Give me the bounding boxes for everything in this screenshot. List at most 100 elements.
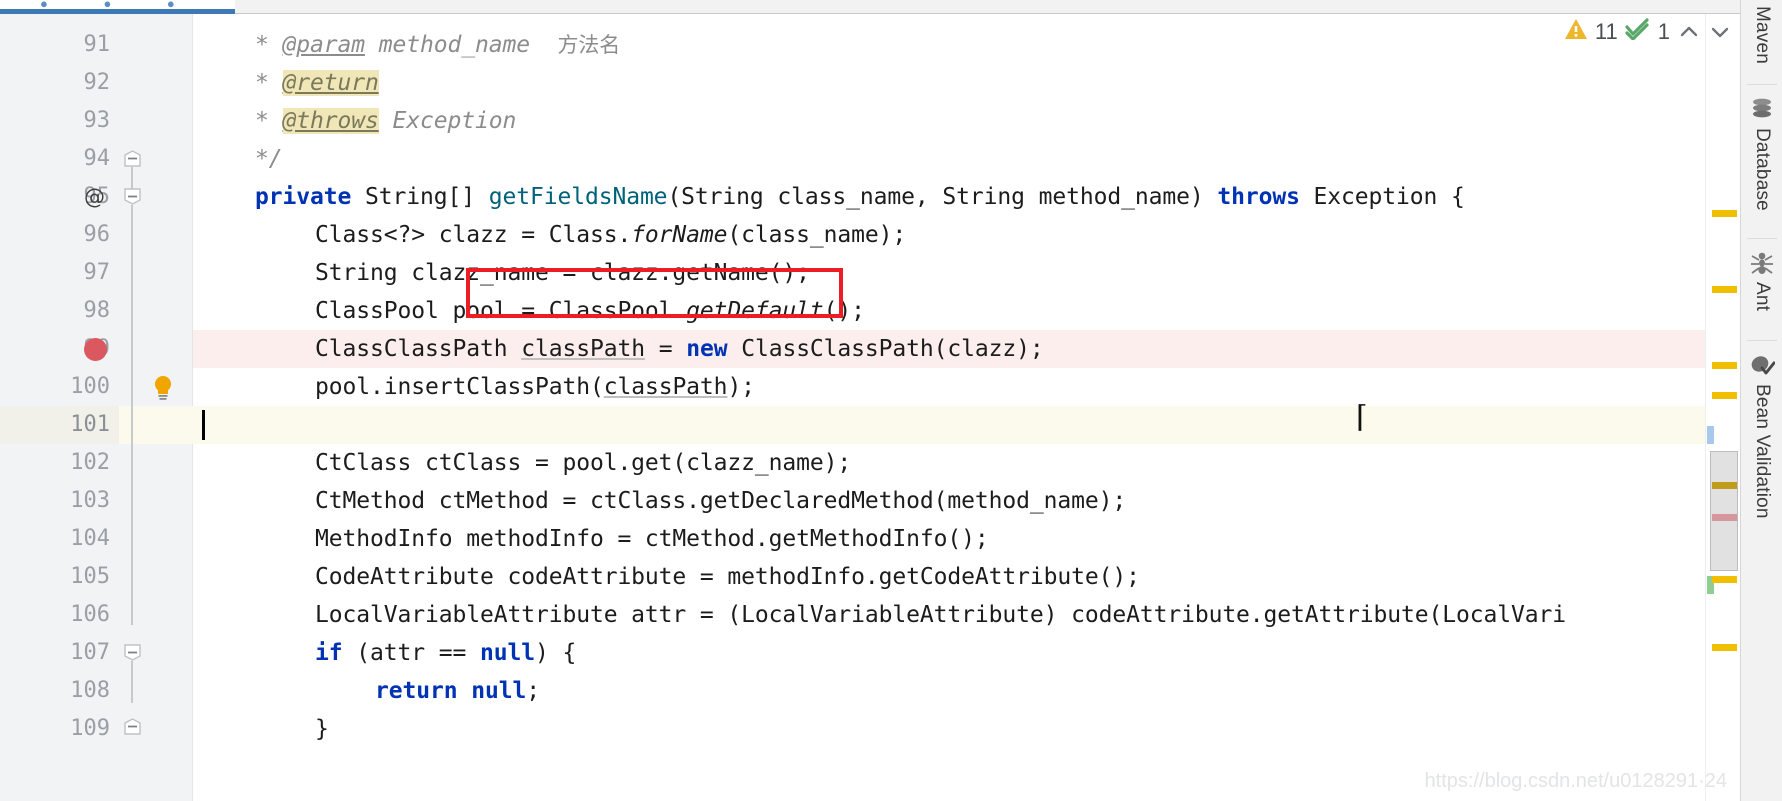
- error-stripe-mark[interactable]: [1712, 576, 1737, 583]
- code-line[interactable]: 95 private String[] getFieldsName(String …: [0, 178, 1740, 216]
- line-number: 92: [83, 70, 111, 95]
- error-stripe-mark[interactable]: [1712, 286, 1737, 293]
- tool-window-button-ant[interactable]: Ant: [1741, 250, 1782, 311]
- inspection-status-widget[interactable]: 11 1: [1564, 18, 1732, 46]
- code-text[interactable]: }: [315, 710, 329, 748]
- tool-window-button-bean-validation[interactable]: Bean Validation: [1741, 352, 1782, 519]
- watermark: https://blog.csdn.net/u0128291·24: [1424, 770, 1727, 792]
- active-editor-tab[interactable]: ● ● ●: [0, 0, 235, 14]
- breakpoint-icon[interactable]: [84, 338, 107, 361]
- intention-bulb-icon[interactable]: [152, 374, 174, 400]
- tool-window-separator: [1747, 238, 1777, 239]
- code-line[interactable]: 98 ClassPool pool = ClassPool.getDefault(…: [0, 292, 1740, 330]
- code-text[interactable]: pool.insertClassPath(classPath);: [315, 368, 755, 406]
- scrollbar-thumb[interactable]: [1710, 451, 1738, 571]
- line-number: 91: [83, 32, 111, 57]
- line-number: 97: [83, 260, 111, 285]
- tool-window-separator: [1747, 84, 1777, 85]
- mouse-text-cursor: ⌈: [1356, 400, 1368, 435]
- error-stripe-mark[interactable]: [1712, 362, 1737, 369]
- error-stripe-mark[interactable]: [1712, 644, 1737, 651]
- code-line[interactable]: 102 CtClass ctClass = pool.get(clazz_name…: [0, 444, 1740, 482]
- code-text[interactable]: ClassClassPath classPath = new ClassClas…: [315, 330, 1044, 368]
- line-number: 94: [83, 146, 111, 171]
- code-text[interactable]: LocalVariableAttribute attr = (LocalVari…: [315, 596, 1566, 634]
- code-line[interactable]: 106 LocalVariableAttribute attr = (LocalV…: [0, 596, 1740, 634]
- line-number: 104: [70, 526, 110, 551]
- code-line[interactable]: 101: [0, 406, 1740, 444]
- code-text[interactable]: return null;: [375, 672, 540, 710]
- line-number: 105: [70, 564, 110, 589]
- code-text[interactable]: ClassPool pool = ClassPool.getDefault();: [315, 292, 865, 330]
- code-line[interactable]: 105 CodeAttribute codeAttribute = methodI…: [0, 558, 1740, 596]
- warning-count: 11: [1594, 19, 1618, 44]
- error-stripe-mark[interactable]: [1712, 392, 1737, 399]
- code-editor[interactable]: 91 * @param method_name 方法名 92 * @return 93 *…: [0, 14, 1740, 801]
- code-line[interactable]: 93 * @throws Exception: [0, 102, 1740, 140]
- text-caret: [202, 410, 205, 440]
- line-number: 103: [70, 488, 110, 513]
- code-line[interactable]: 107 if (attr == null) {: [0, 634, 1740, 672]
- code-text[interactable]: CtMethod ctMethod = ctClass.getDeclaredM…: [315, 482, 1126, 520]
- code-line[interactable]: 100 pool.insertClassPath(classPath);: [0, 368, 1740, 406]
- code-text[interactable]: */: [255, 140, 283, 178]
- ok-count: 1: [1657, 19, 1670, 44]
- code-text[interactable]: CodeAttribute codeAttribute = methodInfo…: [315, 558, 1140, 596]
- code-line[interactable]: 109}: [0, 710, 1740, 748]
- prev-occurrence-icon[interactable]: [1677, 20, 1701, 44]
- code-line[interactable]: 108 return null;: [0, 672, 1740, 710]
- line-number: 102: [70, 450, 110, 475]
- code-line[interactable]: 94 */: [0, 140, 1740, 178]
- code-fold-line: [131, 205, 133, 625]
- code-text[interactable]: String clazz_name = clazz.getName();: [315, 254, 810, 292]
- code-text[interactable]: Class<?> clazz = Class.forName(class_nam…: [315, 216, 906, 254]
- line-number: 96: [83, 222, 111, 247]
- error-stripe-mark[interactable]: [1712, 210, 1737, 217]
- current-line-highlight: [119, 406, 1740, 444]
- tab-strip-background: [235, 0, 1782, 14]
- tool-window-button-maven[interactable]: Maven: [1741, 6, 1782, 64]
- code-text[interactable]: CtClass ctClass = pool.get(clazz_name);: [315, 444, 851, 482]
- bean-validation-icon: [1749, 352, 1775, 378]
- line-number: 108: [70, 678, 110, 703]
- code-fold-icon[interactable]: [124, 644, 141, 661]
- code-text[interactable]: if (attr == null) {: [315, 634, 576, 672]
- line-number: 100: [70, 374, 110, 399]
- code-text[interactable]: * @throws Exception: [255, 102, 516, 140]
- code-line[interactable]: 97 String clazz_name = clazz.getName();: [0, 254, 1740, 292]
- code-text[interactable]: MethodInfo methodInfo = ctMethod.getMeth…: [315, 520, 989, 558]
- code-fold-icon[interactable]: [124, 718, 141, 735]
- code-line[interactable]: 92 * @return: [0, 64, 1740, 102]
- code-line[interactable]: 103 CtMethod ctMethod = ctClass.getDeclar…: [0, 482, 1740, 520]
- error-stripe-scrollbar[interactable]: [1705, 14, 1740, 801]
- code-fold-icon[interactable]: [124, 150, 141, 167]
- code-text[interactable]: * @param method_name 方法名: [255, 26, 620, 64]
- database-icon: [1749, 96, 1775, 122]
- code-line[interactable]: 104 MethodInfo methodInfo = ctMethod.getM…: [0, 520, 1740, 558]
- tool-window-label: Bean Validation: [1752, 384, 1773, 519]
- editor-tab-strip: ● ● ●: [0, 0, 1782, 14]
- code-fold-line: [131, 661, 133, 703]
- tool-window-separator: [1747, 340, 1777, 341]
- line-number: 93: [83, 108, 111, 133]
- code-text[interactable]: * @return: [255, 64, 379, 102]
- right-tool-window-bar[interactable]: Maven Database Ant Bean Validation: [1740, 0, 1782, 801]
- line-number: 98: [83, 298, 111, 323]
- tool-window-label: Maven: [1752, 6, 1773, 65]
- code-line[interactable]: 91 * @param method_name 方法名: [0, 26, 1740, 64]
- tool-window-label: Database: [1752, 128, 1773, 211]
- annotation-marker-icon[interactable]: @: [84, 187, 105, 208]
- warning-triangle-icon[interactable]: [1564, 18, 1588, 46]
- error-stripe-mark[interactable]: [1707, 426, 1714, 444]
- code-text[interactable]: private String[] getFieldsName(String cl…: [255, 178, 1465, 216]
- line-number: 107: [70, 640, 110, 665]
- double-check-icon[interactable]: [1625, 18, 1651, 46]
- line-number: 106: [70, 602, 110, 627]
- code-line[interactable]: 99ClassClassPath classPath = new ClassCl…: [0, 330, 1740, 368]
- ant-icon: [1749, 250, 1775, 276]
- code-line[interactable]: 96 Class<?> clazz = Class.forName(class_n…: [0, 216, 1740, 254]
- code-fold-icon[interactable]: [124, 188, 141, 205]
- tool-window-button-database[interactable]: Database: [1741, 96, 1782, 211]
- line-number: 109: [70, 716, 110, 741]
- next-occurrence-icon[interactable]: [1708, 20, 1732, 44]
